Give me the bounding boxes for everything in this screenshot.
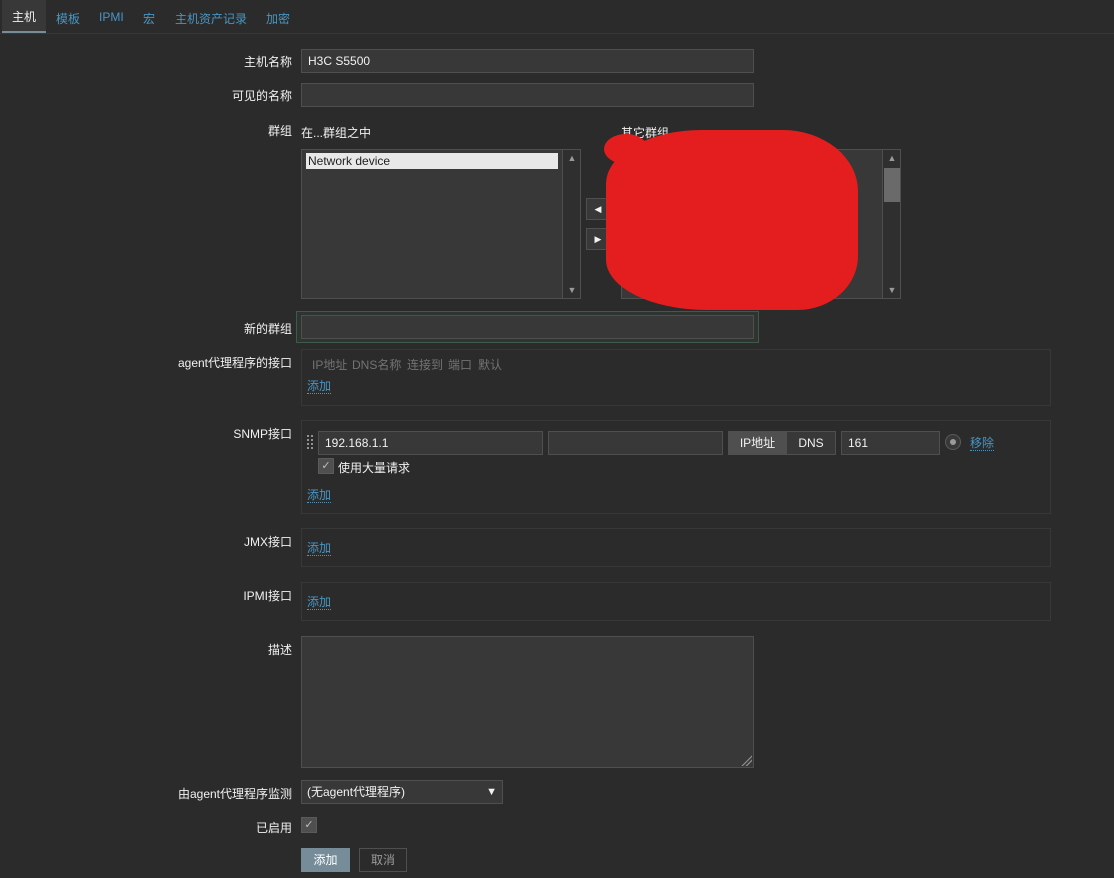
cancel-button[interactable]: 取消: [359, 848, 407, 872]
visible-name-input[interactable]: [301, 83, 754, 107]
bulk-requests-label: 使用大量请求: [338, 461, 411, 475]
connect-ip-toggle[interactable]: IP地址: [728, 431, 787, 455]
ipmi-interfaces-label: IPMI接口: [243, 589, 292, 603]
chevron-down-icon[interactable]: ▼: [563, 282, 581, 298]
tab-macros[interactable]: 宏: [143, 10, 155, 34]
resize-grip-icon[interactable]: [740, 754, 752, 766]
proxy-select[interactable]: (无agent代理程序) ▼: [301, 780, 503, 804]
add-ipmi-interface-link[interactable]: 添加: [307, 595, 332, 610]
column-header: 默认: [478, 358, 503, 372]
ipmi-interfaces-box: [301, 582, 1051, 621]
column-header: 连接到: [407, 358, 444, 372]
new-group-label: 新的群组: [243, 322, 292, 336]
snmp-port-input[interactable]: 161: [841, 431, 940, 455]
column-header: IP地址: [312, 358, 348, 372]
column-header: DNS名称: [352, 358, 402, 372]
remove-interface-link[interactable]: 移除: [970, 436, 995, 451]
enabled-label: 已启用: [255, 821, 292, 835]
add-snmp-interface-link[interactable]: 添加: [307, 488, 332, 503]
default-interface-radio[interactable]: [945, 434, 961, 450]
tab-encryption[interactable]: 加密: [266, 10, 290, 34]
connect-dns-toggle[interactable]: DNS: [786, 431, 836, 455]
snmp-dns-input[interactable]: [548, 431, 723, 455]
in-groups-listbox[interactable]: Network device ▲ ▼: [301, 149, 581, 299]
proxy-label: 由agent代理程序监测: [177, 787, 292, 801]
snmp-ip-input[interactable]: 192.168.1.1: [318, 431, 543, 455]
description-label: 描述: [267, 643, 292, 657]
tab-templates[interactable]: 模板: [56, 10, 80, 34]
host-name-input[interactable]: H3C S5500: [301, 49, 754, 73]
add-button[interactable]: 添加: [301, 848, 350, 872]
groups-label: 群组: [267, 124, 292, 138]
bulk-requests-checkbox[interactable]: ✓: [318, 458, 334, 474]
enabled-checkbox[interactable]: ✓: [301, 817, 317, 833]
tab-inventory[interactable]: 主机资产记录: [175, 10, 247, 34]
tab-host[interactable]: 主机: [2, 0, 47, 33]
chevron-up-icon[interactable]: ▲: [883, 150, 901, 166]
visible-name-label: 可见的名称: [231, 89, 292, 103]
chevron-up-icon[interactable]: ▲: [563, 150, 581, 166]
proxy-selected-value: (无agent代理程序): [307, 785, 406, 799]
column-header: 端口: [448, 358, 473, 372]
description-textarea[interactable]: [301, 636, 754, 768]
redaction-mark: [604, 134, 648, 164]
scroll-thumb[interactable]: [884, 168, 900, 202]
chevron-down-icon: ▼: [486, 786, 497, 798]
jmx-interfaces-box: [301, 528, 1051, 567]
add-jmx-interface-link[interactable]: 添加: [307, 541, 332, 556]
jmx-interfaces-label: JMX接口: [243, 535, 292, 549]
new-group-input[interactable]: [301, 315, 754, 339]
other-groups-scrollbar[interactable]: ▲ ▼: [882, 150, 900, 298]
in-groups-label: 在...群组之中: [301, 126, 372, 140]
snmp-interfaces-label: SNMP接口: [233, 427, 292, 441]
tab-bar: 主机 模板 IPMI 宏 主机资产记录 加密: [0, 0, 1114, 34]
agent-interfaces-label: agent代理程序的接口: [177, 356, 292, 370]
host-name-label: 主机名称: [243, 55, 292, 69]
drag-handle-icon[interactable]: [306, 434, 314, 450]
list-item[interactable]: Network device: [306, 153, 558, 169]
add-agent-interface-link[interactable]: 添加: [307, 379, 332, 394]
in-groups-scrollbar[interactable]: ▲ ▼: [562, 150, 580, 298]
tab-ipmi[interactable]: IPMI: [99, 10, 124, 34]
chevron-down-icon[interactable]: ▼: [883, 282, 901, 298]
